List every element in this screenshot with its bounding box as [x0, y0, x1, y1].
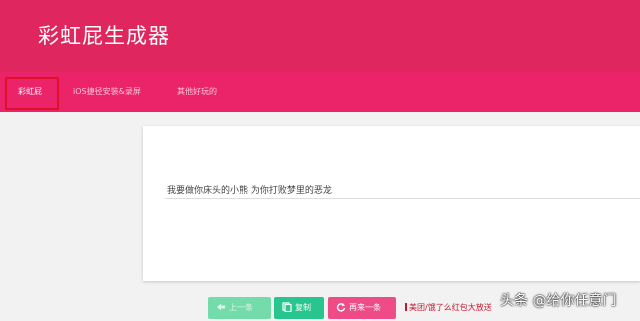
watermark: 头条 @给你任意门 [500, 293, 617, 309]
next-button-label: 再来一条 [349, 303, 381, 312]
promo-link[interactable]: 美团/饿了么红包大放送 [405, 302, 492, 313]
promo-marker [405, 303, 407, 311]
active-tab-highlight [5, 77, 59, 110]
copy-button-label: 复制 [295, 303, 311, 312]
copy-icon [282, 302, 292, 312]
header-bar: 彩虹屁生成器 [0, 0, 640, 72]
copy-button[interactable]: 复制 [274, 297, 324, 319]
tab-other-fun[interactable]: 其他好玩的 [177, 72, 217, 112]
app-title: 彩虹屁生成器 [38, 24, 170, 48]
tab-ios-shortcut[interactable]: iOS捷径安装&录屏 [73, 72, 141, 112]
prev-button-label: 上一条 [229, 303, 253, 312]
next-button[interactable]: 再来一条 [328, 297, 396, 319]
arrow-left-icon [217, 303, 225, 311]
promo-link-label: 美团/饿了么红包大放送 [409, 303, 492, 312]
sentence-underline [165, 198, 640, 199]
tab-bar: 彩虹屁 iOS捷径安装&录屏 其他好玩的 [0, 72, 640, 112]
generated-sentence: 我要做你床头的小熊 为你打败梦里的恶龙 [167, 186, 332, 196]
refresh-icon [336, 303, 346, 312]
content-card [143, 126, 640, 281]
prev-button[interactable]: 上一条 [208, 297, 271, 319]
